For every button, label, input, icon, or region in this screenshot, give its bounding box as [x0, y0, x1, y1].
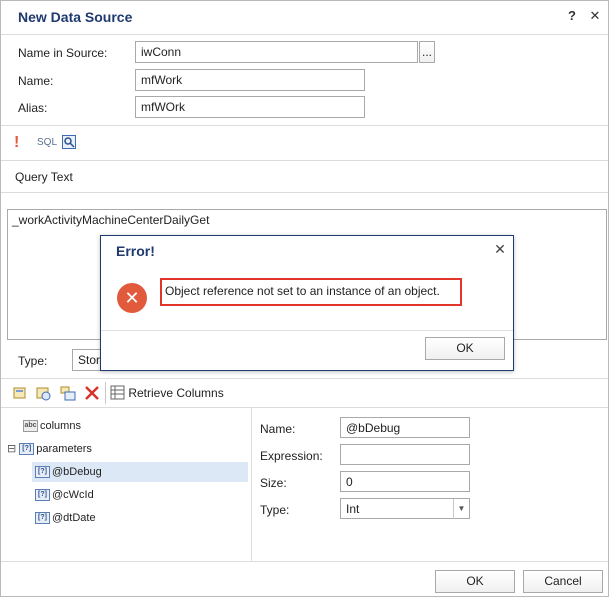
dialog-titlebar: New Data Source ? ✕	[1, 1, 608, 34]
tree-item-param[interactable]: [?] @dtDate	[32, 508, 96, 528]
retrieve-columns-label: Retrieve Columns	[128, 385, 224, 400]
add-column-icon[interactable]	[13, 385, 29, 401]
close-icon[interactable]: ✕	[585, 6, 605, 26]
toolbar-divider	[1, 160, 608, 161]
error-divider	[101, 330, 513, 331]
name-input[interactable]	[135, 69, 365, 91]
edit-column-icon[interactable]	[36, 385, 52, 401]
columns-label: columns	[40, 420, 81, 432]
toolbar-separator	[105, 382, 106, 404]
query-label-divider	[1, 192, 608, 193]
expression-label: Expression:	[260, 449, 323, 463]
dialog-title: New Data Source	[18, 9, 133, 25]
error-message: Object reference not set to an instance …	[160, 278, 462, 306]
add-parameter-icon[interactable]	[60, 385, 76, 401]
param-type-value: Int	[346, 502, 360, 516]
param-name-label: Name:	[260, 422, 296, 436]
error-close-icon[interactable]: ✕	[492, 241, 508, 259]
param-type-select[interactable]: Int ▼	[340, 498, 470, 519]
size-label: Size:	[260, 476, 287, 490]
name-in-source-label: Name in Source:	[18, 46, 108, 60]
parameter-group-icon: [?]	[19, 443, 35, 456]
retrieve-columns-button[interactable]: Retrieve Columns	[110, 385, 224, 403]
tree-item-columns[interactable]: abc columns	[23, 416, 81, 436]
error-dialog: Error! ✕ ✕ Object reference not set to a…	[100, 235, 514, 371]
browse-button[interactable]: ...	[419, 41, 435, 63]
type-select-value: Stor	[78, 353, 101, 367]
parameter-icon: [?]	[35, 512, 50, 525]
error-icon: ✕	[117, 283, 147, 313]
tree-item-param[interactable]: [?] @bDebug	[32, 462, 248, 482]
delete-icon[interactable]	[84, 385, 100, 401]
param-label: @dtDate	[52, 512, 96, 524]
form-divider	[1, 125, 608, 126]
exclamation-icon[interactable]: !	[14, 134, 19, 152]
new-data-source-dialog: New Data Source ? ✕ Name in Source: ... …	[0, 0, 609, 597]
help-icon[interactable]: ?	[562, 6, 582, 26]
parameters-label: parameters	[36, 443, 92, 455]
alias-label: Alias:	[18, 101, 48, 115]
tree-item-parameters[interactable]: ⊟ [?] parameters	[7, 439, 92, 459]
footer-divider	[1, 561, 608, 562]
tree-item-param[interactable]: [?] @cWcId	[32, 485, 94, 505]
panel-splitter[interactable]	[251, 407, 252, 561]
query-text-label: Query Text	[15, 170, 73, 184]
parameter-icon: [?]	[35, 466, 50, 479]
name-in-source-input[interactable]	[135, 41, 418, 63]
param-name-input[interactable]	[340, 417, 470, 438]
grid-icon	[110, 385, 125, 400]
parameter-icon: [?]	[35, 489, 50, 502]
name-label: Name:	[18, 74, 54, 88]
columns-toolbar-divider	[1, 407, 608, 408]
type-divider	[1, 378, 608, 379]
error-title: Error!	[116, 243, 155, 259]
chevron-down-icon[interactable]: ▼	[453, 499, 469, 519]
ok-button[interactable]: OK	[435, 570, 515, 593]
alias-input[interactable]	[135, 96, 365, 118]
abc-icon: abc	[23, 420, 38, 433]
expression-input[interactable]	[340, 444, 470, 465]
param-label: @bDebug	[52, 466, 102, 478]
collapse-icon[interactable]: ⊟	[7, 443, 16, 455]
type-label: Type:	[18, 354, 48, 368]
size-input[interactable]	[340, 471, 470, 492]
sql-icon[interactable]: SQL	[37, 137, 57, 148]
error-ok-button[interactable]: OK	[425, 337, 505, 360]
title-divider	[1, 34, 608, 35]
param-type-label: Type:	[260, 503, 290, 517]
query-preview-icon[interactable]	[62, 135, 76, 149]
query-text: _workActivityMachineCenterDailyGet	[12, 213, 210, 227]
cancel-button[interactable]: Cancel	[523, 570, 603, 593]
param-label: @cWcId	[52, 489, 94, 501]
